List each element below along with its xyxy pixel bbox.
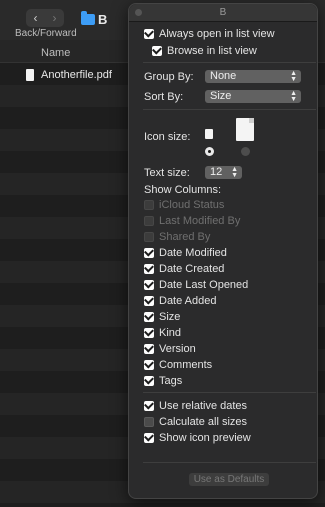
folder-title: B <box>98 12 108 27</box>
divider <box>143 462 316 463</box>
column-label: Date Modified <box>159 247 227 259</box>
checkbox-checked-icon[interactable] <box>144 358 154 370</box>
calculate-all-sizes-label: Calculate all sizes <box>159 416 248 428</box>
checkbox-checked-icon[interactable] <box>144 294 154 306</box>
back-forward-control: ‹ › <box>26 9 64 27</box>
checkbox-disabled-icon <box>144 232 154 242</box>
show-columns-label: Show Columns: <box>144 184 222 196</box>
use-as-defaults-button[interactable]: Use as Defaults <box>189 473 269 486</box>
checkbox-checked-icon[interactable] <box>152 44 162 56</box>
checkbox-checked-icon[interactable] <box>144 27 154 39</box>
text-size-value: 12 <box>210 166 223 178</box>
browse-list-view-checkbox[interactable]: Browse in list view <box>152 44 257 57</box>
divider <box>143 109 316 110</box>
checkbox-checked-icon[interactable] <box>144 310 154 322</box>
column-toggle-tags[interactable]: Tags <box>144 374 183 387</box>
large-document-icon <box>236 118 254 141</box>
chevron-updown-icon: ▲ ▼ <box>290 69 297 83</box>
checkbox-checked-icon[interactable] <box>144 262 154 274</box>
sort-by-label: Sort By: <box>144 91 184 103</box>
show-icon-preview-checkbox[interactable]: Show icon preview <box>144 431 251 444</box>
column-label: Last Modified By <box>159 215 241 227</box>
use-relative-dates-checkbox[interactable]: Use relative dates <box>144 399 248 412</box>
checkbox-disabled-icon <box>144 216 154 226</box>
sort-by-value: Size <box>210 90 232 102</box>
panel-title: B <box>219 7 227 18</box>
column-label: Size <box>159 311 181 323</box>
checkbox-disabled-icon <box>144 200 154 210</box>
group-by-label: Group By: <box>144 71 194 83</box>
back-button[interactable]: ‹ <box>26 9 45 27</box>
pdf-file-icon[interactable] <box>26 69 34 81</box>
divider <box>143 392 316 393</box>
divider <box>143 62 316 63</box>
column-toggle-date-modified[interactable]: Date Modified <box>144 246 227 259</box>
checkbox-checked-icon[interactable] <box>144 431 154 443</box>
column-label: Tags <box>159 375 183 387</box>
forward-button[interactable]: › <box>45 9 64 27</box>
icon-size-small-radio[interactable] <box>205 147 214 156</box>
column-label: Date Last Opened <box>159 279 249 291</box>
always-open-label: Always open in list view <box>159 28 275 40</box>
browse-label: Browse in list view <box>167 45 257 57</box>
checkbox-checked-icon[interactable] <box>144 246 154 258</box>
folder-icon <box>81 11 95 25</box>
icon-size-label: Icon size: <box>144 131 191 143</box>
sort-by-select[interactable]: Size ▲ ▼ <box>205 90 301 103</box>
column-label: Version <box>159 343 196 355</box>
column-toggle-date-last-opened[interactable]: Date Last Opened <box>144 278 249 291</box>
icon-size-large-radio[interactable] <box>241 147 250 156</box>
column-label: Comments <box>159 359 213 371</box>
column-label: Date Created <box>159 263 225 275</box>
column-label: Date Added <box>159 295 217 307</box>
column-header-name[interactable]: Name <box>41 47 70 59</box>
chevron-updown-icon: ▲ ▼ <box>231 165 238 179</box>
column-label: Kind <box>159 327 182 339</box>
group-by-value: None <box>210 70 237 82</box>
checkbox-unchecked-icon[interactable] <box>144 417 154 427</box>
small-document-icon <box>205 129 213 139</box>
column-toggle-last-modified-by: Last Modified By <box>144 215 240 227</box>
checkbox-checked-icon[interactable] <box>144 399 154 411</box>
checkbox-checked-icon[interactable] <box>144 374 154 386</box>
checkbox-checked-icon[interactable] <box>144 278 154 290</box>
file-name[interactable]: Anotherfile.pdf <box>41 69 112 81</box>
chevron-updown-icon: ▲ ▼ <box>290 89 297 103</box>
always-open-list-view-checkbox[interactable]: Always open in list view <box>144 27 275 40</box>
column-toggle-shared-by: Shared By <box>144 231 210 243</box>
checkbox-checked-icon[interactable] <box>144 342 154 354</box>
column-toggle-date-added[interactable]: Date Added <box>144 294 217 307</box>
text-size-label: Text size: <box>144 167 190 179</box>
text-size-select[interactable]: 12 ▲ ▼ <box>205 166 242 179</box>
group-by-select[interactable]: None ▲ ▼ <box>205 70 301 83</box>
back-forward-label: Back/Forward <box>15 28 77 39</box>
show-icon-preview-label: Show icon preview <box>159 432 251 444</box>
use-relative-dates-label: Use relative dates <box>159 400 248 412</box>
column-toggle-version[interactable]: Version <box>144 342 196 355</box>
column-label: iCloud Status <box>159 199 225 211</box>
column-toggle-icloud-status: iCloud Status <box>144 199 224 211</box>
column-toggle-kind[interactable]: Kind <box>144 326 182 339</box>
column-toggle-size[interactable]: Size <box>144 310 181 323</box>
column-toggle-comments[interactable]: Comments <box>144 358 213 371</box>
calculate-all-sizes-checkbox[interactable]: Calculate all sizes <box>144 416 247 428</box>
column-toggle-date-created[interactable]: Date Created <box>144 262 225 275</box>
column-label: Shared By <box>159 231 211 243</box>
checkbox-checked-icon[interactable] <box>144 326 154 338</box>
panel-titlebar[interactable]: B <box>129 4 317 22</box>
